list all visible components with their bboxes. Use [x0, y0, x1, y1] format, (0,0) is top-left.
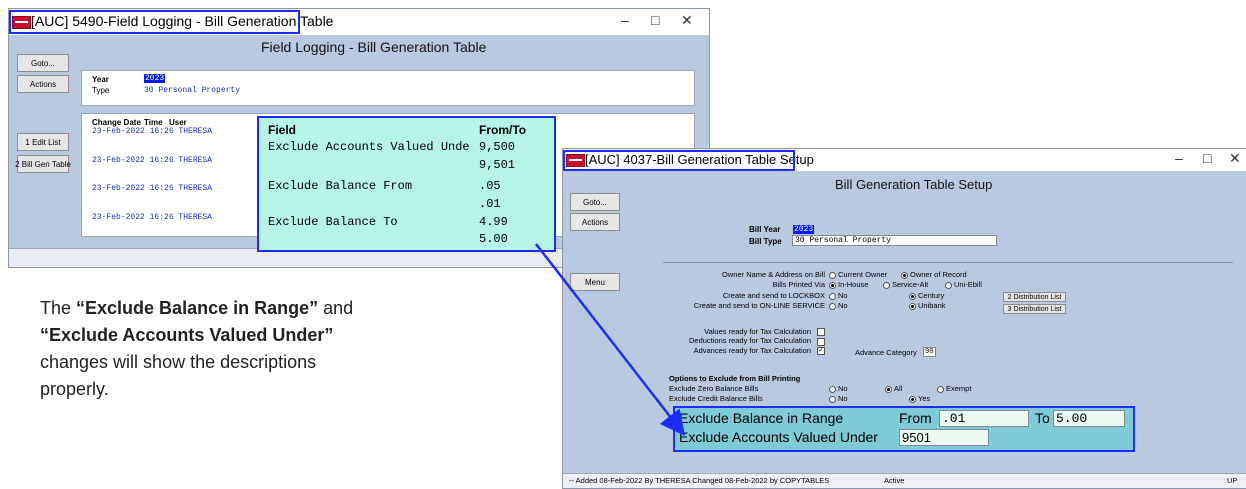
arrow-icon: [535, 243, 686, 436]
pointer-arrow: [535, 243, 686, 436]
